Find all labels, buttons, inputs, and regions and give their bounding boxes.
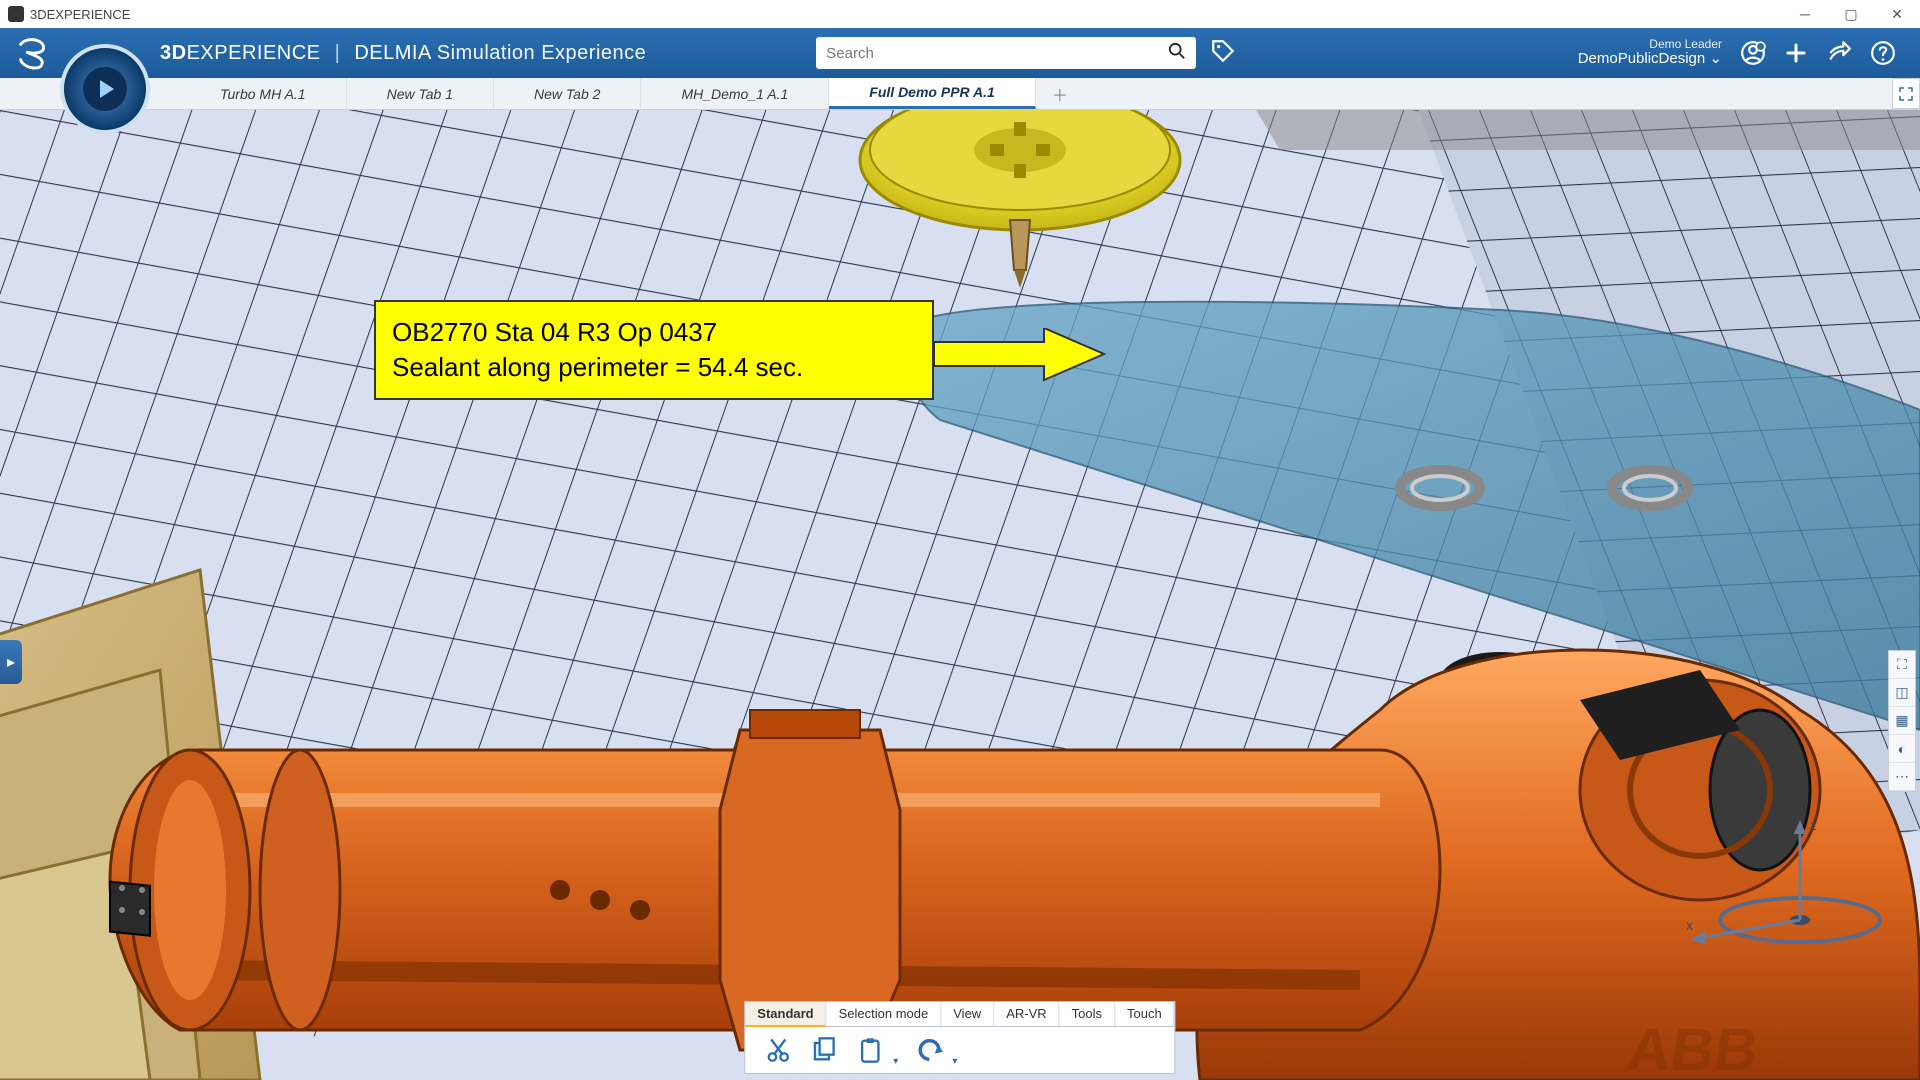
tab-fullscreen-toggle[interactable] [1892, 78, 1920, 109]
tag-icon[interactable] [1210, 38, 1236, 69]
cut-icon[interactable] [763, 1035, 793, 1065]
cmdtab-tools[interactable]: Tools [1060, 1002, 1115, 1026]
undo-icon[interactable] [914, 1035, 944, 1065]
play-icon [100, 80, 114, 98]
undo-dropdown-icon[interactable]: ▾ [952, 1056, 957, 1073]
tab-turbo[interactable]: Turbo MH A.1 [180, 78, 347, 109]
command-tabstrip: Standard Selection mode View AR-VR Tools… [744, 1001, 1175, 1026]
callout-arrow-icon [934, 328, 1114, 388]
fit-view-icon[interactable]: ⛶ [1889, 651, 1915, 679]
help-icon[interactable] [1870, 40, 1896, 66]
cmdtab-view[interactable]: View [941, 1002, 994, 1026]
document-tab-bar: Turbo MH A.1 New Tab 1 New Tab 2 MH_Demo… [0, 78, 1920, 110]
view-mode-icon[interactable]: ◫ [1889, 679, 1915, 707]
window-title-bar: 3DEXPERIENCE ─ ▢ ✕ [0, 0, 1920, 28]
tab-mhdemo[interactable]: MH_Demo_1 A.1 [641, 78, 829, 109]
cmdtab-selection[interactable]: Selection mode [827, 1002, 942, 1026]
more-view-icon[interactable]: ⋯ [1889, 763, 1915, 791]
tab-newtab2[interactable]: New Tab 2 [494, 78, 641, 109]
ds-logo-icon[interactable] [10, 30, 54, 74]
window-maximize-button[interactable]: ▢ [1828, 0, 1874, 28]
tab-add-button[interactable]: ＋ [1036, 78, 1084, 109]
window-close-button[interactable]: ✕ [1874, 0, 1920, 28]
cmdtab-arvr[interactable]: AR-VR [994, 1002, 1059, 1026]
axis-triad[interactable]: z x [1680, 810, 1890, 960]
brand-label: 3DEXPERIENCE | DELMIA Simulation Experie… [160, 42, 646, 65]
paste-dropdown-icon[interactable]: ▾ [893, 1056, 898, 1073]
command-bar: Standard Selection mode View AR-VR Tools… [744, 1001, 1175, 1074]
svg-text:ABB: ABB [1623, 1015, 1762, 1080]
left-panel-expand-handle[interactable]: ▸ [0, 640, 22, 684]
cmdtab-standard[interactable]: Standard [745, 1002, 826, 1027]
top-bar: 3DEXPERIENCE | DELMIA Simulation Experie… [0, 28, 1920, 78]
annotation-callout: OB2770 Sta 04 R3 Op 0437 Sealant along p… [374, 300, 934, 400]
search-box[interactable] [816, 37, 1196, 69]
window-controls: ─ ▢ ✕ [1782, 0, 1920, 28]
view-mini-toolbar: ⛶ ◫ ▦ ◐ ⋯ [1888, 650, 1916, 792]
paste-icon[interactable] [855, 1035, 885, 1065]
cmdtab-touch[interactable]: Touch [1115, 1002, 1175, 1026]
callout-line2: Sealant along perimeter = 54.4 sec. [392, 350, 916, 385]
share-icon[interactable] [1826, 40, 1852, 66]
copy-icon[interactable] [809, 1035, 839, 1065]
window-title: 3DEXPERIENCE [30, 7, 130, 22]
window-minimize-button[interactable]: ─ [1782, 0, 1828, 28]
3d-viewport[interactable]: ABB OB2770 Sta 04 R3 Op 0437 Sealant alo… [0, 110, 1920, 1080]
perspective-icon[interactable]: ▦ [1889, 707, 1915, 735]
profile-icon[interactable] [1740, 40, 1766, 66]
add-icon[interactable] [1784, 41, 1808, 65]
search-input[interactable] [826, 45, 1168, 62]
svg-text:x: x [1686, 917, 1693, 933]
tab-fulldemo[interactable]: Full Demo PPR A.1 [829, 78, 1036, 109]
svg-text:z: z [1810, 817, 1817, 833]
callout-line1: OB2770 Sta 04 R3 Op 0437 [392, 315, 916, 350]
compass-button[interactable] [60, 44, 150, 134]
search-icon[interactable] [1168, 42, 1186, 65]
shade-icon[interactable]: ◐ [1889, 735, 1915, 763]
user-menu[interactable]: Demo Leader DemoPublicDesign ⌄ [1578, 38, 1722, 68]
tab-newtab1[interactable]: New Tab 1 [347, 78, 494, 109]
app-icon [8, 6, 24, 22]
